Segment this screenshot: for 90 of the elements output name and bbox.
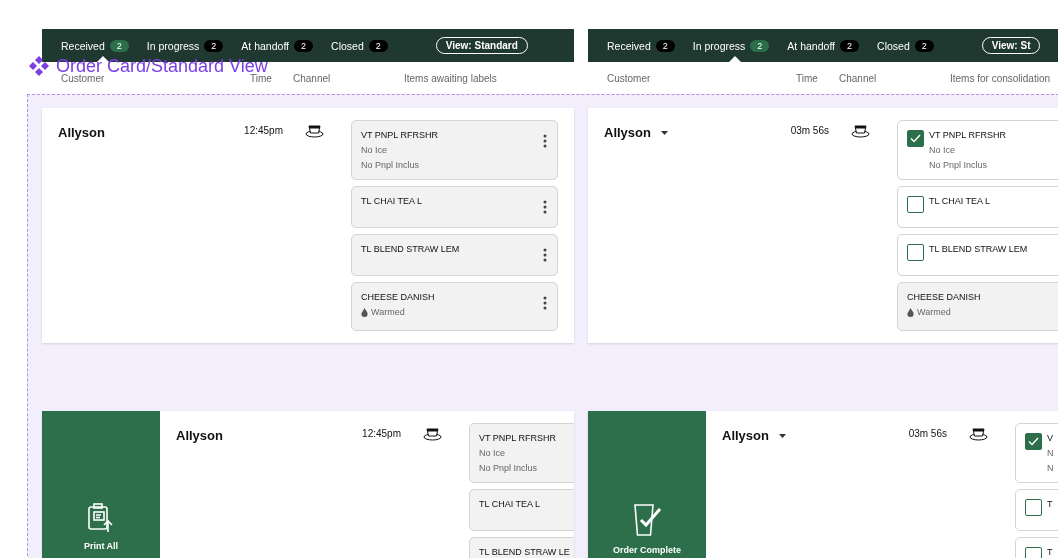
order-item[interactable]: T [1015, 489, 1058, 531]
checkmark-icon [910, 134, 921, 143]
status-tab[interactable]: Closed 2 [877, 29, 934, 62]
column-header: Items awaiting labels [404, 72, 498, 84]
column-header: Customer [607, 72, 652, 84]
column-header: Channel [839, 72, 878, 84]
item-modifier: N [1047, 448, 1055, 458]
order-time: 12:45pm [244, 124, 283, 138]
status-tab[interactable]: In progress 2 [692, 29, 770, 62]
action-label: Print All [83, 541, 119, 551]
column-header: Time [250, 72, 273, 84]
more-options-icon[interactable] [543, 248, 547, 262]
status-tab[interactable]: Closed 2 [331, 29, 388, 62]
order-item[interactable]: CHEESE DANISH Warmed [897, 282, 1058, 331]
coffee-cup-icon [851, 123, 870, 138]
item-name: TL BLEND STRAW LE [479, 547, 571, 557]
item-name: TL BLEND STRAW LEM [929, 244, 1029, 254]
count-badge: 2 [655, 39, 675, 52]
item-checkbox[interactable] [1025, 433, 1042, 450]
order-item[interactable]: TL CHAI TEA L [351, 186, 558, 228]
customer-name: Allyson [176, 428, 223, 443]
item-name: TL CHAI TEA L [361, 196, 424, 206]
count-badge: 2 [204, 39, 224, 52]
action-panel[interactable]: Print All [42, 411, 160, 558]
item-name: CHEESE DANISH [361, 292, 436, 302]
order-time: 03m 56s [908, 427, 947, 441]
count-badge: 2 [294, 39, 314, 52]
item-checkbox[interactable] [907, 196, 924, 213]
customer-name: Allyson [722, 428, 769, 443]
item-name: VT PNPL RFRSHR [929, 130, 1007, 140]
item-modifier: No Pnpl Inclus [929, 160, 989, 170]
item-name: CHEESE DANISH [907, 292, 982, 302]
count-badge: 2 [750, 39, 770, 52]
count-badge: 2 [914, 39, 934, 52]
coffee-cup-icon [423, 426, 442, 441]
item-name: VT PNPL RFRSHR [479, 433, 557, 443]
item-modifier: No Ice [361, 145, 388, 155]
item-name: TL CHAI TEA L [479, 499, 542, 509]
count-badge: 2 [368, 39, 388, 52]
order-item[interactable]: TL BLEND STRAW LE [469, 537, 574, 558]
dropdown-caret-icon[interactable] [778, 434, 786, 438]
customer-name: Allyson [604, 125, 651, 140]
order-time: 03m 56s [790, 124, 829, 138]
order-item[interactable]: T [1015, 537, 1058, 558]
item-name: TL CHAI TEA L [929, 196, 992, 206]
column-header: Time [796, 72, 819, 84]
order-time: 12:45pm [362, 427, 401, 441]
dropdown-caret-icon[interactable] [660, 131, 668, 135]
order-item[interactable]: CHEESE DANISH Warmed [351, 282, 558, 331]
item-modifier: No Ice [479, 448, 506, 458]
item-checkbox[interactable] [907, 130, 924, 147]
item-name: VT PNPL RFRSHR [361, 130, 439, 140]
item-name: T [1047, 547, 1054, 557]
item-modifier: Warmed [361, 307, 538, 317]
component-icon [28, 55, 50, 77]
item-checkbox[interactable] [907, 244, 924, 261]
order-item[interactable]: VT PNPL RFRSHR No Ice No Pnpl Inclus [469, 423, 574, 483]
column-header: Items for consolidation [950, 72, 1052, 84]
item-name: V [1047, 433, 1054, 443]
coffee-cup-icon [305, 123, 324, 138]
item-name: TL BLEND STRAW LEM [361, 244, 461, 254]
action-label: Order Complete [613, 545, 681, 555]
cup-check-icon [632, 503, 662, 537]
item-modifier: No Pnpl Inclus [361, 160, 421, 170]
more-options-icon[interactable] [543, 200, 547, 214]
order-item[interactable]: VT PNPL RFRSHR No Ice No Pnpl Inclus [897, 120, 1058, 180]
item-modifier: Warmed [907, 307, 1058, 317]
status-tab[interactable]: Received 2 [607, 29, 675, 62]
item-modifier: No Ice [929, 145, 956, 155]
order-item[interactable]: TL CHAI TEA L [469, 489, 574, 531]
checkmark-icon [1028, 437, 1039, 446]
item-checkbox[interactable] [1025, 499, 1042, 516]
item-name: T [1047, 499, 1054, 509]
coffee-cup-icon [969, 426, 988, 441]
order-item[interactable]: TL CHAI TEA L [897, 186, 1058, 228]
more-options-icon[interactable] [543, 134, 547, 148]
more-options-icon[interactable] [543, 296, 547, 310]
order-item[interactable]: VT PNPL RFRSHR No Ice No Pnpl Inclus [351, 120, 558, 180]
status-tab[interactable]: At handoff 2 [787, 29, 860, 62]
order-item[interactable]: TL BLEND STRAW LEM [351, 234, 558, 276]
item-modifier: No Pnpl Inclus [479, 463, 539, 473]
customer-name: Allyson [58, 125, 105, 140]
order-item[interactable]: TL BLEND STRAW LEM [897, 234, 1058, 276]
clipboard-upload-icon [87, 503, 115, 533]
order-item[interactable]: V N N [1015, 423, 1058, 483]
count-badge: 2 [840, 39, 860, 52]
item-modifier: N [1047, 463, 1055, 473]
count-badge: 2 [109, 39, 129, 52]
column-header: Channel [293, 72, 332, 84]
action-panel[interactable]: Order Complete [588, 411, 706, 558]
